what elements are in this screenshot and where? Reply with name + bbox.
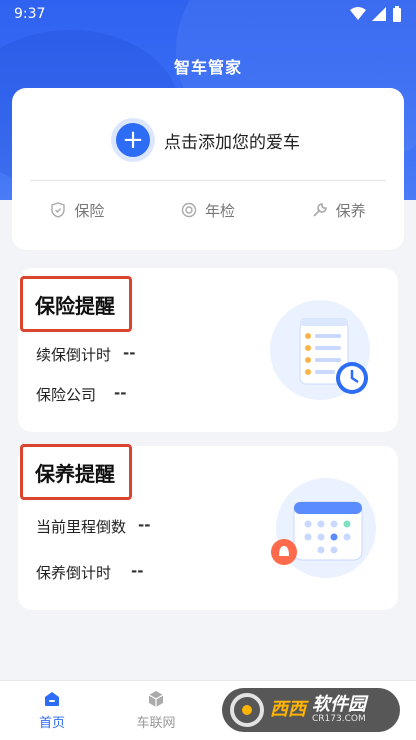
tab-annual-inspection[interactable]: 年检 xyxy=(181,200,235,221)
status-time: 9:37 xyxy=(14,6,46,22)
calendar-illustration xyxy=(271,478,376,578)
tab-insurance[interactable]: 保险 xyxy=(50,200,104,221)
maintenance-reminder-card[interactable]: 保养提醒 当前里程倒数 -- 保养倒计时 -- xyxy=(18,444,398,610)
target-icon xyxy=(181,202,197,218)
mileage-countdown-row: 当前里程倒数 -- xyxy=(36,516,150,537)
insurance-company-row: 保险公司 -- xyxy=(36,384,126,405)
plus-icon: + xyxy=(116,123,150,157)
shield-icon xyxy=(51,202,66,218)
renewal-countdown-row: 续保倒计时 -- xyxy=(36,344,135,365)
maintenance-title: 保养提醒 xyxy=(35,461,115,486)
cube-icon xyxy=(148,691,164,707)
tab-insurance-label: 保险 xyxy=(74,201,105,220)
tab-iov-label: 车联网 xyxy=(136,716,176,731)
page-title: 智车管家 xyxy=(173,58,242,77)
watermark-badge: 西西 软件园 CR173.COM xyxy=(222,688,400,732)
watermark-brand: 西西 xyxy=(270,698,306,720)
wifi-icon xyxy=(350,7,366,20)
add-car-button[interactable]: + 点击添加您的爱车 xyxy=(12,122,404,158)
watermark-domain: CR173.COM xyxy=(312,713,366,724)
maintenance-countdown-label: 保养倒计时 xyxy=(36,564,112,582)
mileage-countdown-value: -- xyxy=(138,516,151,534)
maintenance-countdown-value: -- xyxy=(131,562,144,580)
insurance-company-value: -- xyxy=(114,384,127,402)
status-bar: 9:37 xyxy=(0,0,416,28)
document-clock-illustration xyxy=(270,300,370,400)
add-car-label: 点击添加您的爱车 xyxy=(164,132,300,153)
insurance-company-label: 保险公司 xyxy=(36,386,97,404)
home-icon xyxy=(45,692,59,706)
quick-tabs: 保险 年检 保养 xyxy=(12,196,404,224)
tab-home-label: 首页 xyxy=(38,716,65,731)
signal-icon xyxy=(372,7,386,21)
insurance-title-box: 保险提醒 xyxy=(20,276,132,332)
insurance-reminder-card[interactable]: 保险提醒 续保倒计时 -- 保险公司 -- xyxy=(18,268,398,432)
renewal-countdown-label: 续保倒计时 xyxy=(36,346,112,364)
tab-maintenance-label: 保养 xyxy=(335,201,366,220)
maintenance-countdown-row: 保养倒计时 -- xyxy=(36,562,143,583)
maintenance-title-box: 保养提醒 xyxy=(20,444,132,500)
mileage-countdown-label: 当前里程倒数 xyxy=(36,518,127,536)
insurance-title: 保险提醒 xyxy=(35,293,115,318)
tab-annual-inspection-label: 年检 xyxy=(204,201,235,220)
tab-iov[interactable]: 车联网 xyxy=(104,690,208,731)
battery-icon xyxy=(393,6,401,22)
renewal-countdown-value: -- xyxy=(123,344,136,362)
watermark-soft: 软件园 xyxy=(312,693,366,715)
watermark-logo-icon xyxy=(230,693,264,727)
divider xyxy=(30,180,386,181)
add-car-card: + 点击添加您的爱车 保险 年检 保养 xyxy=(12,88,404,250)
tab-maintenance[interactable]: 保养 xyxy=(312,200,366,221)
wrench-icon xyxy=(313,203,327,217)
tab-home[interactable]: 首页 xyxy=(0,690,104,731)
